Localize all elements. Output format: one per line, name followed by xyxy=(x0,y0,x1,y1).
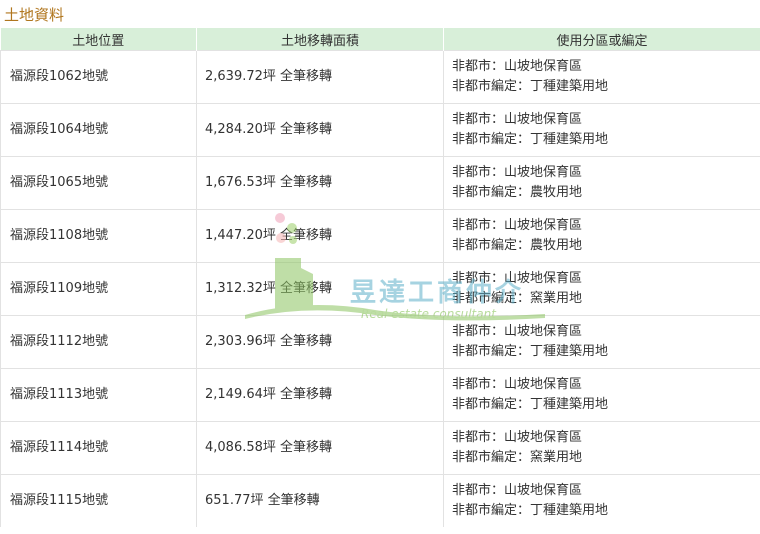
zoning-line: 非都市：山坡地保育區 xyxy=(452,165,583,180)
land-location: 福源段1065地號 xyxy=(0,156,197,210)
land-location: 福源段1064地號 xyxy=(0,103,197,157)
transfer-area: 2,149.64坪 全筆移轉 xyxy=(196,368,444,422)
zoning-line: 非都市：山坡地保育區 xyxy=(452,271,583,286)
zoning-cell: 非都市：山坡地保育區 非都市編定：農牧用地 xyxy=(443,156,760,210)
land-location: 福源段1112地號 xyxy=(0,315,197,369)
zoning-designation: 非都市編定：農牧用地 xyxy=(452,185,583,200)
zoning-cell: 非都市：山坡地保育區非都市編定：丁種建築用地 xyxy=(443,368,760,422)
transfer-area: 651.77坪 全筆移轉 xyxy=(196,474,444,527)
zoning-designation: 非都市編定：農牧用地 xyxy=(452,238,583,253)
zoning-cell: 非都市：山坡地保育區 非都市編定：農牧用地 xyxy=(443,209,760,263)
zoning-designation: 非都市編定：窯業用地 xyxy=(452,450,583,465)
table-row: 福源段1113地號 2,149.64坪 全筆移轉 非都市：山坡地保育區非都市編定… xyxy=(0,368,760,422)
zoning-designation: 非都市編定：丁種建築用地 xyxy=(452,79,609,94)
table-row: 福源段1112地號 2,303.96坪 全筆移轉 非都市：山坡地保育區非都市編定… xyxy=(0,315,760,369)
zoning-line: 非都市：山坡地保育區 xyxy=(452,483,583,498)
table-row: 福源段1065地號 1,676.53坪 全筆移轉 非都市：山坡地保育區 非都市編定… xyxy=(0,156,760,210)
land-location: 福源段1108地號 xyxy=(0,209,197,263)
land-location: 福源段1114地號 xyxy=(0,421,197,475)
zoning-line: 非都市：山坡地保育區 xyxy=(452,324,583,339)
table-row: 福源段1115地號 651.77坪 全筆移轉 非都市：山坡地保育區非都市編定：丁… xyxy=(0,474,760,527)
zoning-line: 非都市：山坡地保育區 xyxy=(452,112,583,127)
transfer-area: 1,447.20坪 全筆移轉 xyxy=(196,209,444,263)
table-row: 福源段1062地號 2,639.72坪 全筆移轉 非都市：山坡地保育區非都市編定… xyxy=(0,50,760,104)
header-transfer-area: 土地移轉面積 xyxy=(196,28,444,51)
zoning-cell: 非都市：山坡地保育區非都市編定：丁種建築用地 xyxy=(443,50,760,104)
zoning-line: 非都市：山坡地保育區 xyxy=(452,59,583,74)
transfer-area: 1,676.53坪 全筆移轉 xyxy=(196,156,444,210)
table-header-row: 土地位置 土地移轉面積 使用分區或編定 xyxy=(0,28,760,51)
land-location: 福源段1113地號 xyxy=(0,368,197,422)
header-zoning: 使用分區或編定 xyxy=(443,28,760,51)
zoning-cell: 非都市：山坡地保育區非都市編定：丁種建築用地 xyxy=(443,103,760,157)
table-row: 福源段1109地號 1,312.32坪 全筆移轉 非都市：山坡地保育區 非都市編定… xyxy=(0,262,760,316)
zoning-cell: 非都市：山坡地保育區非都市編定：丁種建築用地 xyxy=(443,315,760,369)
land-location: 福源段1109地號 xyxy=(0,262,197,316)
section-title: 土地資料 xyxy=(4,6,65,24)
table-row: 福源段1064地號 4,284.20坪 全筆移轉 非都市：山坡地保育區非都市編定… xyxy=(0,103,760,157)
zoning-designation: 非都市編定：窯業用地 xyxy=(452,291,583,306)
zoning-cell: 非都市：山坡地保育區非都市編定：丁種建築用地 xyxy=(443,474,760,527)
zoning-cell: 非都市：山坡地保育區 非都市編定：窯業用地 xyxy=(443,421,760,475)
zoning-designation: 非都市編定：丁種建築用地 xyxy=(452,344,609,359)
table-row: 福源段1114地號 4,086.58坪 全筆移轉 非都市：山坡地保育區 非都市編定… xyxy=(0,421,760,475)
transfer-area: 2,639.72坪 全筆移轉 xyxy=(196,50,444,104)
table-row: 福源段1108地號 1,447.20坪 全筆移轉 非都市：山坡地保育區 非都市編定… xyxy=(0,209,760,263)
transfer-area: 4,284.20坪 全筆移轉 xyxy=(196,103,444,157)
transfer-area: 2,303.96坪 全筆移轉 xyxy=(196,315,444,369)
transfer-area: 4,086.58坪 全筆移轉 xyxy=(196,421,444,475)
zoning-designation: 非都市編定：丁種建築用地 xyxy=(452,397,609,412)
land-location: 福源段1062地號 xyxy=(0,50,197,104)
header-land-location: 土地位置 xyxy=(0,28,197,51)
zoning-designation: 非都市編定：丁種建築用地 xyxy=(452,503,609,518)
transfer-area: 1,312.32坪 全筆移轉 xyxy=(196,262,444,316)
zoning-line: 非都市：山坡地保育區 xyxy=(452,430,583,445)
zoning-designation: 非都市編定：丁種建築用地 xyxy=(452,132,609,147)
zoning-cell: 非都市：山坡地保育區 非都市編定：窯業用地 xyxy=(443,262,760,316)
land-data-table: 土地位置 土地移轉面積 使用分區或編定 福源段1062地號 2,639.72坪 … xyxy=(0,28,760,527)
land-location: 福源段1115地號 xyxy=(0,474,197,527)
zoning-line: 非都市：山坡地保育區 xyxy=(452,377,583,392)
zoning-line: 非都市：山坡地保育區 xyxy=(452,218,583,233)
